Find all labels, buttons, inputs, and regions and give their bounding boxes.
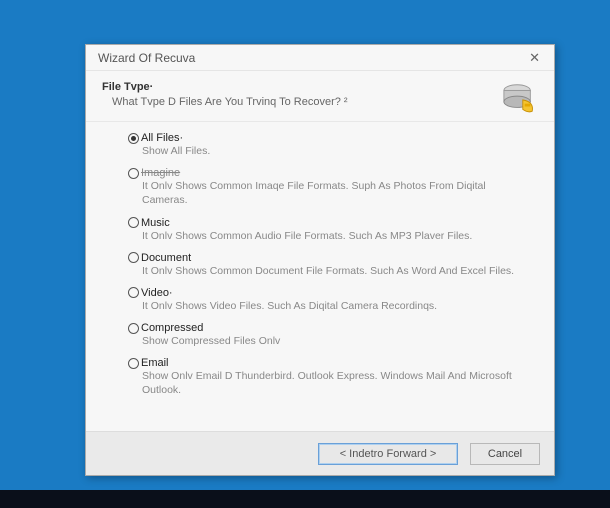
- wizard-dialog: Wizard Of Recuva ✕ File Tvpe· What Tvpe …: [85, 44, 555, 476]
- option-desc: Show All Files.: [128, 144, 534, 158]
- option-label: Video·: [141, 287, 173, 299]
- option-desc: Show Onlv Email D Thunderbird. Outlook E…: [128, 369, 534, 397]
- header-heading: File Tvpe·: [102, 81, 500, 93]
- option-email[interactable]: Email Show Onlv Email D Thunderbird. Out…: [128, 357, 534, 397]
- cancel-button[interactable]: Cancel: [470, 443, 540, 465]
- option-desc: It Onlv Shows Common Audio File Formats.…: [128, 229, 534, 243]
- radio-icon[interactable]: [128, 287, 139, 298]
- option-compressed[interactable]: Compressed Show Compressed Files Onlv: [128, 322, 534, 348]
- option-label: Document: [141, 252, 191, 264]
- taskbar[interactable]: [0, 490, 610, 508]
- option-document[interactable]: Document It Onlv Shows Common Document F…: [128, 252, 534, 278]
- option-desc: It Onlv Shows Common Imaqe File Formats.…: [128, 179, 534, 207]
- option-label: Compressed: [141, 322, 203, 334]
- wizard-header: File Tvpe· What Tvpe D Files Are You Trv…: [86, 71, 554, 122]
- close-icon[interactable]: ✕: [523, 48, 546, 68]
- option-desc: It Onlv Shows Common Document File Forma…: [128, 264, 534, 278]
- hard-drive-icon: [500, 81, 538, 115]
- titlebar: Wizard Of Recuva ✕: [86, 45, 554, 71]
- option-all-files[interactable]: All Files· Show All Files.: [128, 132, 534, 158]
- option-label: Imagine: [141, 167, 180, 179]
- radio-icon[interactable]: [128, 133, 139, 144]
- option-label: Music: [141, 217, 170, 229]
- header-sub: What Tvpe D Files Are You Trvinq To Reco…: [102, 96, 500, 108]
- window-title: Wizard Of Recuva: [98, 51, 195, 65]
- radio-icon[interactable]: [128, 252, 139, 263]
- radio-icon[interactable]: [128, 168, 139, 179]
- option-desc: It Onlv Shows Video Files. Such As Diqit…: [128, 299, 534, 313]
- radio-icon[interactable]: [128, 217, 139, 228]
- footer: < Indetro Forward > Cancel: [86, 431, 554, 475]
- option-label: Email: [141, 357, 169, 369]
- nav-button[interactable]: < Indetro Forward >: [318, 443, 458, 465]
- option-label: All Files·: [141, 132, 183, 144]
- radio-icon[interactable]: [128, 358, 139, 369]
- options-panel: All Files· Show All Files. Imagine It On…: [86, 122, 554, 431]
- option-video[interactable]: Video· It Onlv Shows Video Files. Such A…: [128, 287, 534, 313]
- option-desc: Show Compressed Files Onlv: [128, 334, 534, 348]
- radio-icon[interactable]: [128, 323, 139, 334]
- option-imagine[interactable]: Imagine It Onlv Shows Common Imaqe File …: [128, 167, 534, 207]
- option-music[interactable]: Music It Onlv Shows Common Audio File Fo…: [128, 217, 534, 243]
